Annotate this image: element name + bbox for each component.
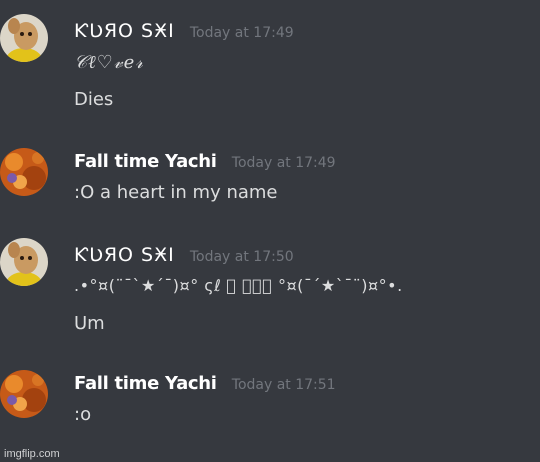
username[interactable]: Fall time Yachi <box>74 373 217 394</box>
message-text: :O a heart in my name <box>74 182 278 203</box>
message-text: Um <box>74 313 105 334</box>
username[interactable]: ƘƲЯO SӾI <box>74 20 175 42</box>
message-header: Fall time Yachi Today at 17:49 <box>74 151 336 172</box>
timestamp: Today at 17:49 <box>189 25 294 41</box>
username[interactable]: Fall time Yachi <box>74 151 217 172</box>
timestamp: Today at 17:50 <box>189 249 294 265</box>
message-header: ƘƲЯO SӾI Today at 17:49 <box>74 20 294 42</box>
message-text: Dies <box>74 89 114 110</box>
timestamp: Today at 17:51 <box>231 377 336 393</box>
message-text: 𝒞ℓ♡𝓋𝑒𝓇 <box>74 52 144 73</box>
message-header: Fall time Yachi Today at 17:51 <box>74 373 336 394</box>
message-text: .•°¤(¨¯`★´¯)¤° ςℓ ⃣ 𝐕𝐄ⓡ °¤(¯´★`¯¨)¤°•. <box>74 276 403 295</box>
watermark: imgflip.com <box>4 448 60 460</box>
message-text: :o <box>74 404 92 425</box>
username[interactable]: ƘƲЯO SӾI <box>74 244 175 266</box>
timestamp: Today at 17:49 <box>231 155 336 171</box>
avatar[interactable] <box>0 370 48 418</box>
avatar[interactable] <box>0 148 48 196</box>
avatar[interactable] <box>0 238 48 286</box>
message-header: ƘƲЯO SӾI Today at 17:50 <box>74 244 294 266</box>
avatar[interactable] <box>0 14 48 62</box>
